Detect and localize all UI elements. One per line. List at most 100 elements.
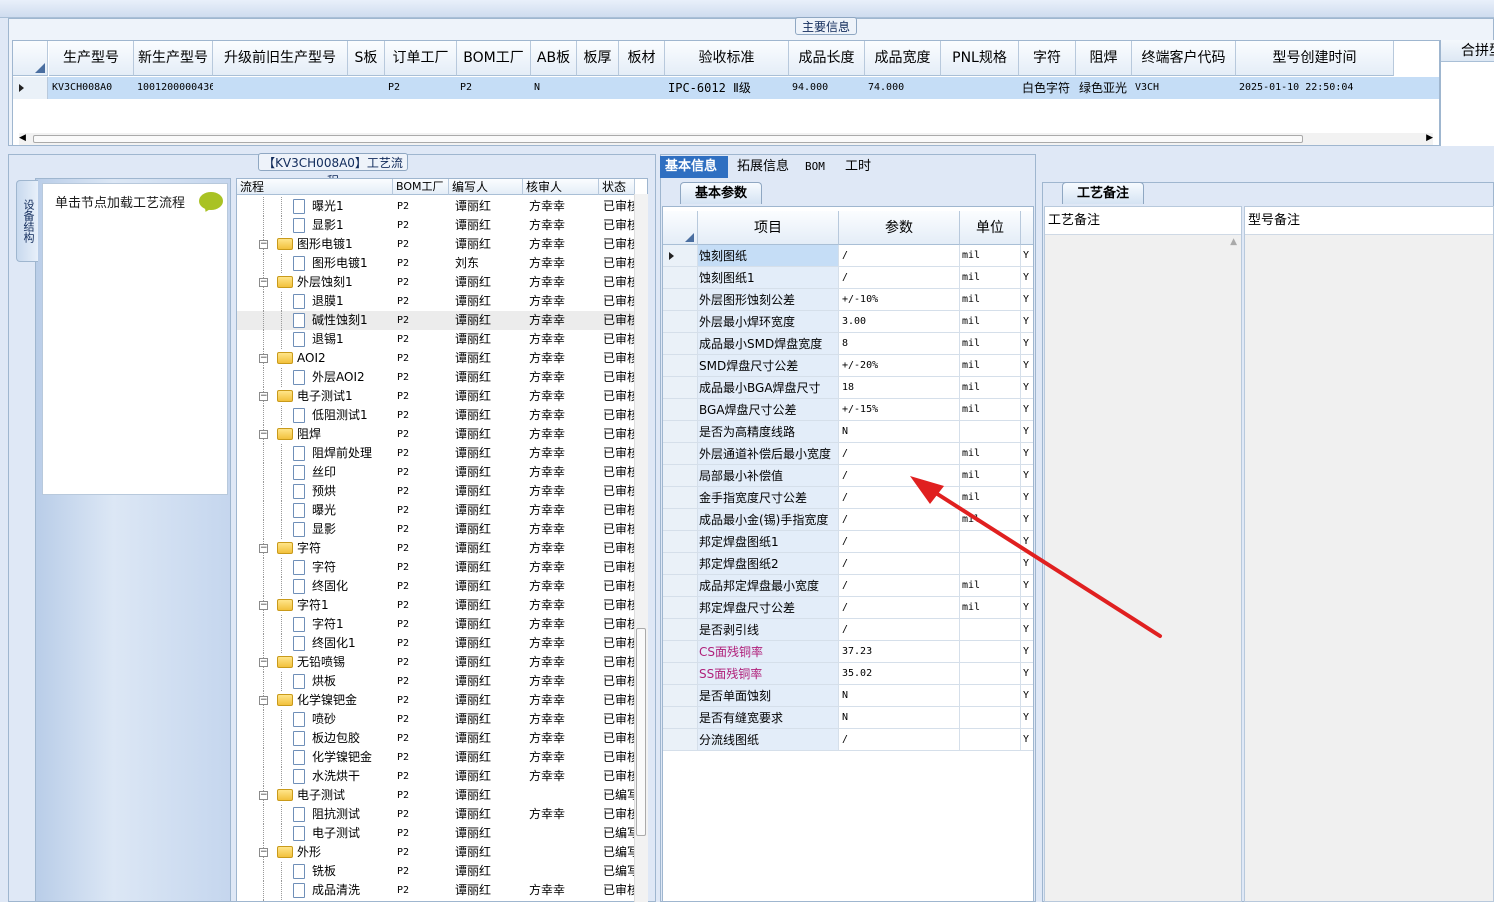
param-value[interactable]: 35.02 [839, 663, 960, 685]
cell[interactable] [619, 77, 665, 99]
collapse-icon[interactable]: − [259, 791, 268, 800]
row-selector[interactable] [663, 311, 698, 333]
param-value[interactable]: N [839, 421, 960, 443]
node-load-box[interactable]: 单击节点加载工艺流程 [42, 183, 228, 495]
tree-row[interactable]: 板边包胶 P2 谭丽红 方幸幸 已审核 [237, 729, 647, 748]
param-row[interactable]: 成品最小金(锡)手指宽度 / mil Y [663, 509, 1033, 531]
process-tree-grid[interactable]: 流程 BOM工厂 编写人 核审人 状态 曝光1 P2 谭丽红 方幸幸 已审核 显影1 P2 谭… [236, 178, 648, 902]
tree-row[interactable]: 喷砂 P2 谭丽红 方幸幸 已审核 [237, 710, 647, 729]
col-header[interactable]: 成品长度 [789, 41, 865, 76]
row-selector[interactable] [13, 77, 48, 99]
param-row[interactable]: SMD焊盘尺寸公差 +/-20% mil Y [663, 355, 1033, 377]
tab-hours[interactable]: 工时 [840, 156, 876, 178]
param-row[interactable]: SS面残铜率 35.02 Y [663, 663, 1033, 685]
horizontal-scrollbar[interactable]: ◀ ▶ [19, 133, 1433, 145]
param-value[interactable]: 37.23 [839, 641, 960, 663]
tree-row[interactable]: 曝光 P2 谭丽红 方幸幸 已审核 [237, 501, 647, 520]
param-row[interactable]: 成品最小SMD焊盘宽度 8 mil Y [663, 333, 1033, 355]
tree-header-bom[interactable]: BOM工厂 [393, 179, 449, 195]
tree-row[interactable]: 退锡1 P2 谭丽红 方幸幸 已审核 [237, 330, 647, 349]
param-value[interactable]: / [839, 619, 960, 641]
col-header[interactable]: 字符 [1019, 41, 1076, 76]
col-header[interactable]: BOM工厂 [457, 41, 531, 76]
tree-row[interactable]: 低阻测试1 P2 谭丽红 方幸幸 已审核 [237, 406, 647, 425]
row-selector[interactable] [663, 641, 698, 663]
param-row[interactable]: 是否为高精度线路 N Y [663, 421, 1033, 443]
row-selector[interactable] [663, 575, 698, 597]
collapse-icon[interactable]: − [259, 392, 268, 401]
tree-row[interactable]: 丝印 P2 谭丽红 方幸幸 已审核 [237, 463, 647, 482]
param-row[interactable]: 是否剥引线 / Y [663, 619, 1033, 641]
cell[interactable] [348, 77, 385, 99]
row-selector[interactable] [663, 443, 698, 465]
params-header-value[interactable]: 参数 [839, 211, 960, 245]
param-row[interactable]: 是否有缝宽要求 N Y [663, 707, 1033, 729]
row-selector[interactable] [663, 509, 698, 531]
param-value[interactable]: 3.00 [839, 311, 960, 333]
row-selector[interactable] [663, 619, 698, 641]
param-row[interactable]: 外层最小焊环宽度 3.00 mil Y [663, 311, 1033, 333]
param-value[interactable]: / [839, 465, 960, 487]
process-notes-area[interactable]: 工艺备注 ▲ [1044, 206, 1242, 902]
params-header-unit[interactable]: 单位 [960, 211, 1021, 245]
tree-row[interactable]: 显影 P2 谭丽红 方幸幸 已审核 [237, 520, 647, 539]
tree-row[interactable]: 终固化1 P2 谭丽红 方幸幸 已审核 [237, 634, 647, 653]
cell[interactable]: 白色字符 [1019, 77, 1076, 99]
param-row[interactable]: 蚀刻图纸1/mil Y [663, 267, 1033, 289]
cell[interactable]: IPC-6012 Ⅱ级 [665, 77, 789, 99]
tree-row[interactable]: 外层AOI2 P2 谭丽红 方幸幸 已审核 [237, 368, 647, 387]
tree-row[interactable]: − 化学镍钯金 P2 谭丽红 方幸幸 已审核 [237, 691, 647, 710]
row-selector[interactable] [663, 553, 698, 575]
tree-row[interactable]: − 字符1 P2 谭丽红 方幸幸 已审核 [237, 596, 647, 615]
collapse-icon[interactable]: − [259, 430, 268, 439]
col-header[interactable]: 验收标准 [665, 41, 789, 76]
col-header[interactable]: 板材 [619, 41, 665, 76]
horizontal-splitter[interactable] [0, 146, 1494, 154]
tree-scroll-thumb[interactable] [636, 628, 646, 836]
tree-row[interactable]: − 外层蚀刻1 P2 谭丽红 方幸幸 已审核 [237, 273, 647, 292]
col-header[interactable]: PNL规格 [941, 41, 1019, 76]
tree-row[interactable]: 化学镍钯金 P2 谭丽红 方幸幸 已审核 [237, 748, 647, 767]
scroll-right-icon[interactable]: ▶ [1426, 133, 1433, 143]
row-selector[interactable] [663, 685, 698, 707]
tree-row[interactable]: − 外形 P2 谭丽红 已编写 [237, 843, 647, 862]
tree-row[interactable]: − 字符 P2 谭丽红 方幸幸 已审核 [237, 539, 647, 558]
col-header[interactable]: 成品宽度 [865, 41, 941, 76]
row-selector[interactable] [663, 267, 698, 289]
row-selector[interactable] [663, 663, 698, 685]
row-selector[interactable] [663, 487, 698, 509]
cell[interactable]: V3CH [1132, 77, 1236, 99]
param-value[interactable]: / [839, 509, 960, 531]
row-selector[interactable] [663, 355, 698, 377]
cell[interactable] [941, 77, 1019, 99]
tree-row[interactable]: − 图形电镀1 P2 谭丽红 方幸幸 已审核 [237, 235, 647, 254]
param-row[interactable]: 分流线图纸 / Y [663, 729, 1033, 751]
tab-bom[interactable]: BOM [800, 156, 830, 178]
param-value[interactable]: / [839, 597, 960, 619]
param-row[interactable]: 成品最小BGA焊盘尺寸 18 mil Y [663, 377, 1033, 399]
tree-row[interactable]: 铣板 P2 谭丽红 已编写 [237, 862, 647, 881]
col-header[interactable]: 终端客户代码 [1132, 41, 1236, 76]
col-header[interactable]: 升级前旧生产型号 [213, 41, 348, 76]
cell[interactable]: P2 [457, 77, 531, 99]
col-header[interactable]: S板 [348, 41, 385, 76]
param-row[interactable]: 邦定焊盘图纸2/ Y [663, 553, 1033, 575]
cell[interactable]: 94.000 [789, 77, 865, 99]
tree-row[interactable]: 显影1 P2 谭丽红 方幸幸 已审核 [237, 216, 647, 235]
param-value[interactable]: / [839, 575, 960, 597]
param-value[interactable]: / [839, 245, 960, 267]
param-row[interactable]: 是否单面蚀刻 N Y [663, 685, 1033, 707]
collapse-icon[interactable]: − [259, 278, 268, 287]
col-header[interactable]: 订单工厂 [385, 41, 457, 76]
param-value[interactable]: +/-20% [839, 355, 960, 377]
param-row[interactable]: 蚀刻图纸 / mil Y [663, 245, 1033, 267]
tree-row[interactable]: 图形电镀1 P2 刘东 方幸幸 已审核 [237, 254, 647, 273]
tree-header-writer[interactable]: 编写人 [449, 179, 523, 195]
tab-equipment-structure[interactable]: 设备结构 [16, 180, 38, 262]
row-selector[interactable] [663, 465, 698, 487]
tab-basic-params[interactable]: 基本参数 [680, 182, 762, 204]
param-value[interactable]: N [839, 707, 960, 729]
param-row[interactable]: 外层通道补偿后最小宽度 / mil Y [663, 443, 1033, 465]
param-row[interactable]: 金手指宽度尺寸公差 / mil Y [663, 487, 1033, 509]
params-header-item[interactable]: 项目 [698, 211, 839, 245]
